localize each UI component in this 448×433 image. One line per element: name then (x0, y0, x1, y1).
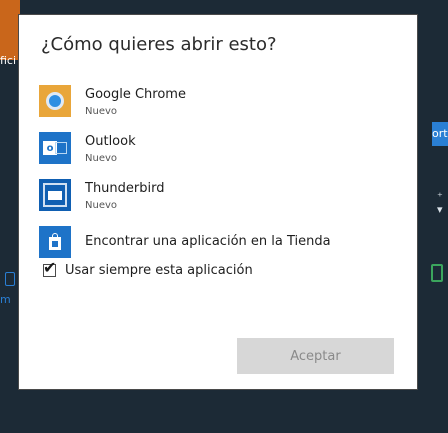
dialog-title: ¿Cómo quieres abrir esto? (41, 34, 277, 55)
outlook-icon: o (39, 132, 71, 164)
store-icon (39, 226, 71, 258)
app-option-outlook[interactable]: o Outlook Nuevo (39, 132, 399, 170)
app-subtitle: Nuevo (85, 106, 118, 117)
app-name: Outlook (85, 134, 136, 149)
background-phone-icon (431, 264, 443, 282)
checkbox-box[interactable]: ✔ (43, 260, 56, 277)
background-chevron-icon: ⁺ ▾ (437, 190, 443, 216)
background-text: fici (0, 54, 17, 67)
thunderbird-icon (39, 179, 71, 211)
app-name: Google Chrome (85, 87, 186, 102)
app-name: Thunderbird (85, 181, 165, 196)
background-app-tile (0, 0, 20, 60)
background-icon (5, 272, 15, 286)
app-option-thunderbird[interactable]: Thunderbird Nuevo (39, 179, 399, 217)
background-import-button: ortar (432, 122, 448, 146)
checkmark-icon: ✔ (43, 258, 57, 277)
accept-button[interactable]: Aceptar (237, 338, 394, 374)
always-use-checkbox[interactable]: ✔ Usar siempre esta aplicación (43, 260, 253, 278)
chrome-icon (39, 85, 71, 117)
store-link-label: Encontrar una aplicación en la Tienda (85, 234, 331, 249)
background-link: m (0, 293, 11, 306)
app-option-chrome[interactable]: Google Chrome Nuevo (39, 85, 399, 123)
open-with-dialog: ¿Cómo quieres abrir esto? Google Chrome … (18, 14, 418, 390)
app-subtitle: Nuevo (85, 200, 118, 211)
always-use-label: Usar siempre esta aplicación (65, 263, 253, 278)
app-subtitle: Nuevo (85, 153, 118, 164)
store-link[interactable]: Encontrar una aplicación en la Tienda (39, 226, 399, 264)
